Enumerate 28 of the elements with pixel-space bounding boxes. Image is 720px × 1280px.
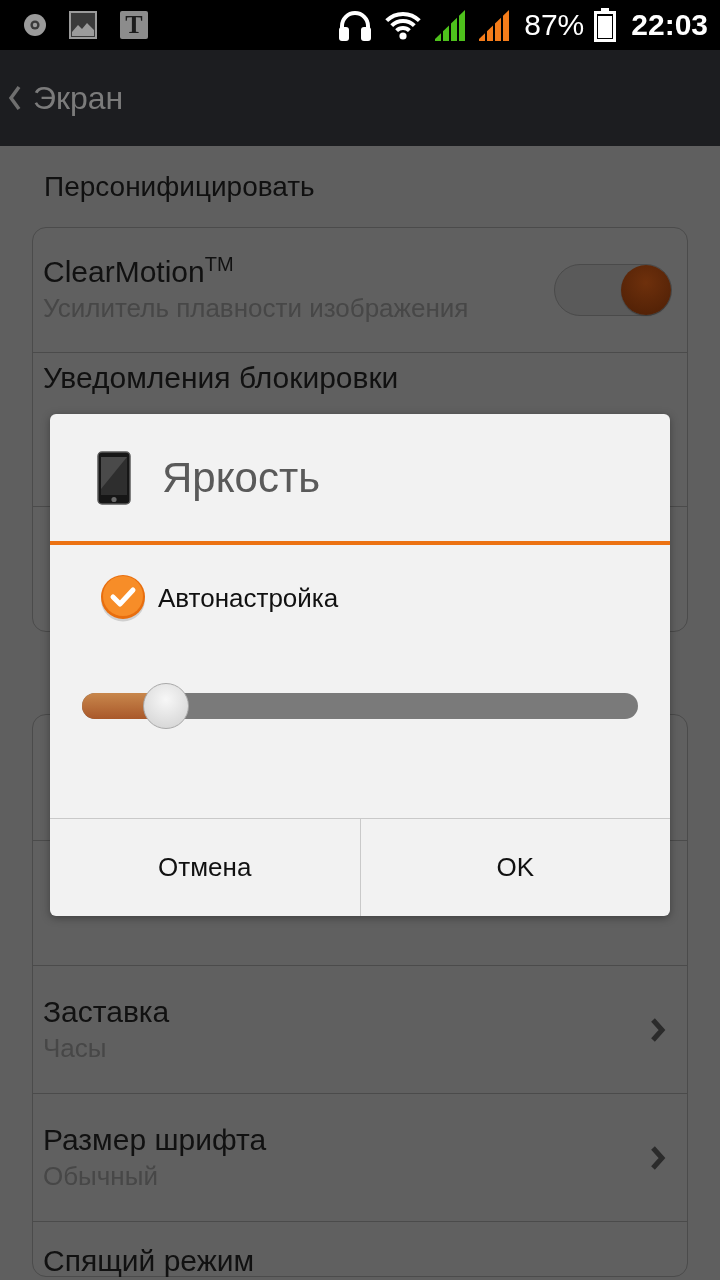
setting-title: Размер шрифта: [43, 1121, 267, 1158]
setting-title: ClearMotion$^{TM}$: [43, 254, 234, 290]
image-icon: [69, 11, 97, 39]
chevron-right-icon: [650, 1016, 666, 1043]
chevron-right-icon: [650, 1144, 666, 1171]
toggle-switch[interactable]: [554, 264, 672, 316]
battery-icon: [594, 8, 617, 42]
setting-title: Спящий режим: [43, 1246, 255, 1276]
signal-icon: [477, 9, 512, 41]
headphones-icon: [337, 9, 374, 41]
back-icon[interactable]: [8, 84, 22, 112]
section-header: Персонифицировать: [43, 169, 316, 204]
screen-title: Экран: [33, 79, 124, 117]
signal-icon: [433, 9, 468, 41]
checkbox[interactable]: [99, 574, 147, 622]
clock-time: 22:03: [631, 8, 708, 42]
checkbox-label: Автонастройка: [158, 582, 339, 614]
brightness-slider[interactable]: [82, 683, 638, 729]
dialog-button[interactable]: OK: [359, 819, 670, 916]
slider-thumb[interactable]: [143, 683, 190, 729]
setting-title: Уведомления блокировки: [43, 360, 399, 396]
dialog-title: Яркость: [162, 453, 320, 502]
phone-icon: [97, 450, 131, 505]
letter-tile: T: [120, 11, 148, 39]
disc-icon: [24, 14, 46, 36]
setting-title: Заставка: [43, 993, 170, 1030]
dialog-button[interactable]: Отмена: [50, 819, 360, 916]
battery-percent: 87%: [524, 8, 585, 42]
